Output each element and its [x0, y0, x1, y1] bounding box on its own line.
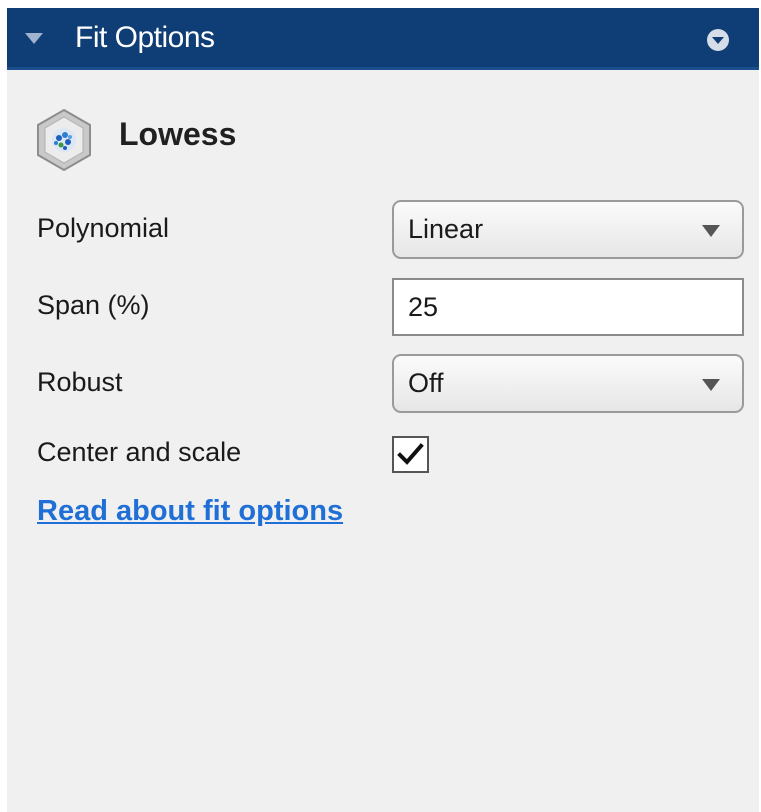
panel-header[interactable]: Fit Options — [7, 8, 759, 70]
span-label: Span (%) — [37, 290, 150, 320]
fit-type-name: Lowess — [119, 116, 237, 152]
robust-selected-value: Off — [408, 368, 444, 398]
center-and-scale-checkbox[interactable] — [392, 436, 429, 473]
lowess-fit-icon — [35, 108, 93, 172]
circle-chevron-down-icon[interactable] — [707, 29, 729, 51]
center-and-scale-label: Center and scale — [37, 437, 242, 467]
triangle-down-icon[interactable] — [25, 33, 43, 44]
dropdown-arrow-icon — [702, 379, 720, 391]
polynomial-label: Polynomial — [37, 213, 170, 243]
fit-options-panel: Fit Options Lowess Polynomial Linear Spa… — [7, 8, 759, 812]
dropdown-arrow-icon — [702, 225, 720, 237]
robust-label: Robust — [37, 367, 123, 397]
read-about-fit-options-link[interactable]: Read about fit options — [37, 495, 343, 528]
span-input[interactable] — [392, 278, 744, 336]
polynomial-selected-value: Linear — [408, 214, 484, 244]
polynomial-dropdown[interactable]: Linear — [392, 200, 744, 259]
panel-title: Fit Options — [75, 21, 215, 54]
checkmark-icon — [397, 443, 424, 465]
robust-dropdown[interactable]: Off — [392, 354, 744, 413]
